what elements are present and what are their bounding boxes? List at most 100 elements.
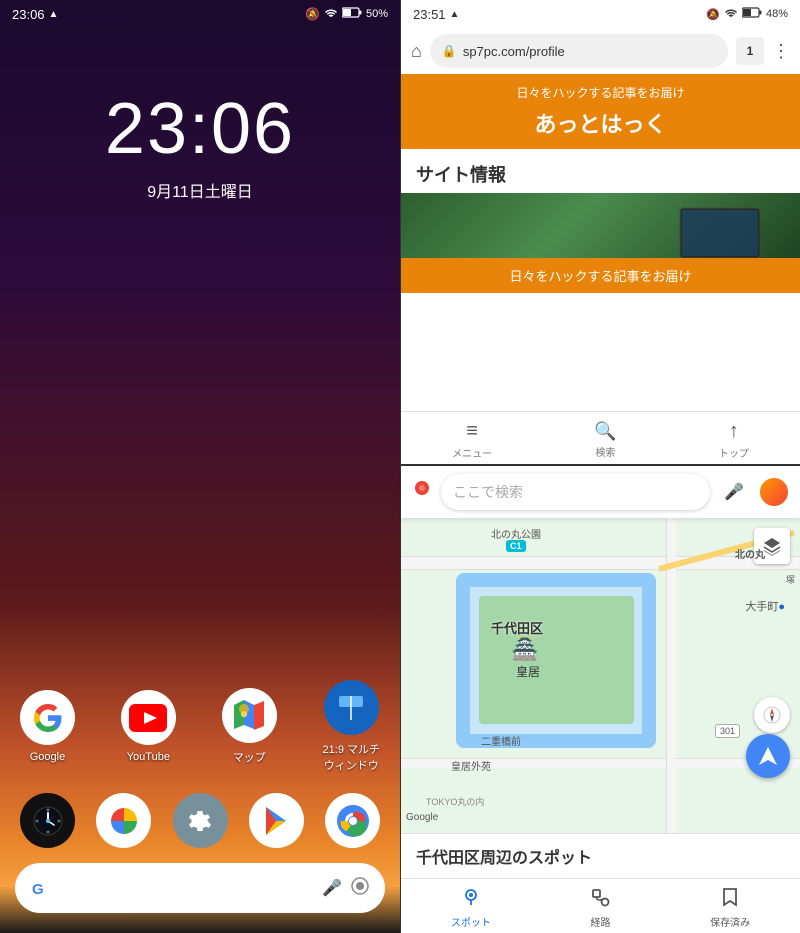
- left-time: 23:06: [12, 7, 45, 22]
- tab-count-badge[interactable]: 1: [736, 37, 764, 65]
- map-compass-button[interactable]: [754, 697, 790, 733]
- right-status-right: 🔕 48%: [706, 7, 788, 22]
- maps-bottom-nav: スポット 経路 保存済み: [401, 878, 800, 933]
- maps-nav-route[interactable]: 経路: [590, 887, 610, 929]
- alert-icon: ▲: [49, 9, 59, 20]
- playstore-app[interactable]: [249, 793, 304, 848]
- kitanomaru-label: 北の丸公園: [491, 526, 541, 541]
- youtube-app[interactable]: YouTube: [121, 690, 176, 763]
- multiwindow-app[interactable]: 21:9 マルチ ウィンドウ: [323, 680, 380, 773]
- left-status-right: 🔕 50%: [305, 7, 388, 22]
- route-icon: [590, 887, 610, 912]
- nijubashi-label: 二重橋前: [481, 733, 521, 748]
- url-text: sp7pc.com/profile: [463, 44, 565, 59]
- clock-icon: [20, 793, 75, 848]
- chiyoda-label: 千代田区: [491, 618, 543, 637]
- top-icon: ↑: [729, 420, 739, 443]
- google-app[interactable]: Google: [20, 690, 75, 763]
- right-battery-icon: [742, 7, 762, 21]
- 301-badge: 301: [715, 724, 740, 738]
- tsukasa-label: 塚: [786, 573, 795, 586]
- maps-profile-avatar[interactable]: [758, 476, 790, 508]
- browser-content: 日々をハックする記事をお届け あっとはっく サイト情報 日々をハックする記事をお…: [401, 74, 800, 411]
- settings-app[interactable]: [173, 793, 228, 848]
- banner-subtitle: 日々をハックする記事をお届け: [416, 84, 785, 101]
- app-grid-row1: Google YouTube: [0, 680, 400, 773]
- lens-icon[interactable]: [350, 876, 370, 901]
- menu-icon: ≡: [466, 420, 478, 443]
- maps-logo: [411, 479, 433, 506]
- site-banner: 日々をハックする記事をお届け あっとはっく: [401, 74, 800, 149]
- lock-date: 9月11日土曜日: [0, 178, 400, 202]
- search-label: 検索: [595, 444, 615, 459]
- youtube-icon: [121, 690, 176, 745]
- google-label: Google: [30, 751, 65, 763]
- spots-label: スポット: [451, 914, 491, 929]
- tokyo-label: TOKYO丸の内: [426, 795, 484, 808]
- kokyo-label: 皇居: [516, 663, 540, 680]
- map-view[interactable]: 北の丸公園 C1 千代田区 🏯 皇居 大手町● 二重橋前 皇居外苑 301 TO…: [401, 518, 800, 833]
- multiwindow-label-line1: 21:9 マルチ: [323, 741, 380, 757]
- youtube-label: YouTube: [127, 751, 170, 763]
- maps-label: マップ: [233, 749, 266, 765]
- site-preview-image: 日々をハックする記事をお届け: [401, 193, 800, 293]
- saved-icon: [720, 887, 740, 912]
- right-mute-icon: 🔕: [706, 8, 720, 21]
- voice-search-icon[interactable]: 🎤: [322, 878, 342, 898]
- search-icon: 🔍: [594, 421, 616, 442]
- site-info-heading: サイト情報: [401, 149, 800, 193]
- clock-app[interactable]: [20, 793, 75, 848]
- maps-app[interactable]: マップ: [222, 688, 277, 765]
- gaien-label: 皇居外苑: [451, 758, 491, 773]
- preview-overlay: 日々をハックする記事をお届け: [401, 258, 800, 293]
- maps-nav-spots[interactable]: スポット: [451, 887, 491, 929]
- maps-nearby-title: 千代田区周辺のスポット: [416, 844, 785, 868]
- maps-nav-saved[interactable]: 保存済み: [710, 887, 750, 929]
- battery-icon: [342, 7, 362, 21]
- lock-screen: 23:06 ▲ 🔕 50% 23:06 9月11日土曜日: [0, 0, 400, 933]
- banner-title: あっとはっく: [416, 107, 785, 139]
- right-status-bar: 23:51 ▲ 🔕 48%: [401, 0, 800, 28]
- home-icon[interactable]: ⌂: [411, 41, 422, 62]
- mute-icon: 🔕: [305, 7, 320, 21]
- maps-search-bar-row: ここで検索 🎤: [401, 466, 800, 518]
- address-bar[interactable]: 🔒 sp7pc.com/profile: [430, 34, 728, 68]
- saved-label: 保存済み: [710, 914, 750, 929]
- route-label: 経路: [590, 914, 610, 929]
- maps-mic-button[interactable]: 🎤: [718, 476, 750, 508]
- address-bar-row: ⌂ 🔒 sp7pc.com/profile 1 ⋮: [401, 28, 800, 74]
- browser-nav-bar: ≡ メニュー 🔍 検索 ↑ トップ: [401, 411, 800, 464]
- maps-bottom-sheet: 千代田区周辺のスポット: [401, 833, 800, 878]
- browser-nav-search[interactable]: 🔍 検索: [594, 421, 616, 459]
- palace-icon: 🏯: [511, 636, 538, 662]
- photos-icon: [96, 793, 151, 848]
- map-navigation-button[interactable]: [746, 734, 790, 778]
- more-options-icon[interactable]: ⋮: [772, 41, 790, 62]
- right-wifi-icon: [724, 7, 738, 22]
- browser-nav-top[interactable]: ↑ トップ: [719, 420, 749, 460]
- google-search-logo: G: [30, 877, 52, 899]
- google-icon: [20, 690, 75, 745]
- maps-search-input[interactable]: ここで検索: [441, 474, 710, 510]
- right-time: 23:51: [413, 7, 446, 22]
- search-bar[interactable]: G 🎤: [15, 863, 385, 913]
- right-panel: 23:51 ▲ 🔕 48% ⌂ 🔒 sp7pc.com/profile: [400, 0, 800, 933]
- browser-nav-menu[interactable]: ≡ メニュー: [452, 420, 492, 460]
- menu-label: メニュー: [452, 445, 492, 460]
- imperial-palace-ground: [479, 596, 634, 724]
- photos-app[interactable]: [96, 793, 151, 848]
- map-background: 北の丸公園 C1 千代田区 🏯 皇居 大手町● 二重橋前 皇居外苑 301 TO…: [401, 518, 800, 833]
- left-status-left: 23:06 ▲: [12, 7, 58, 22]
- maps-icon: [222, 688, 277, 743]
- north-label: 北の丸: [735, 546, 765, 561]
- app-grid-row2: [0, 793, 400, 848]
- right-alert-icon: ▲: [450, 9, 460, 20]
- left-status-bar: 23:06 ▲ 🔕 50%: [0, 0, 400, 28]
- battery-text: 50%: [366, 8, 388, 20]
- maps-search-placeholder: ここで検索: [453, 482, 523, 502]
- chrome-app[interactable]: [325, 793, 380, 848]
- right-battery-text: 48%: [766, 8, 788, 20]
- multiwindow-label-line2: ウィンドウ: [324, 757, 379, 773]
- top-label: トップ: [719, 445, 749, 460]
- playstore-icon: [249, 793, 304, 848]
